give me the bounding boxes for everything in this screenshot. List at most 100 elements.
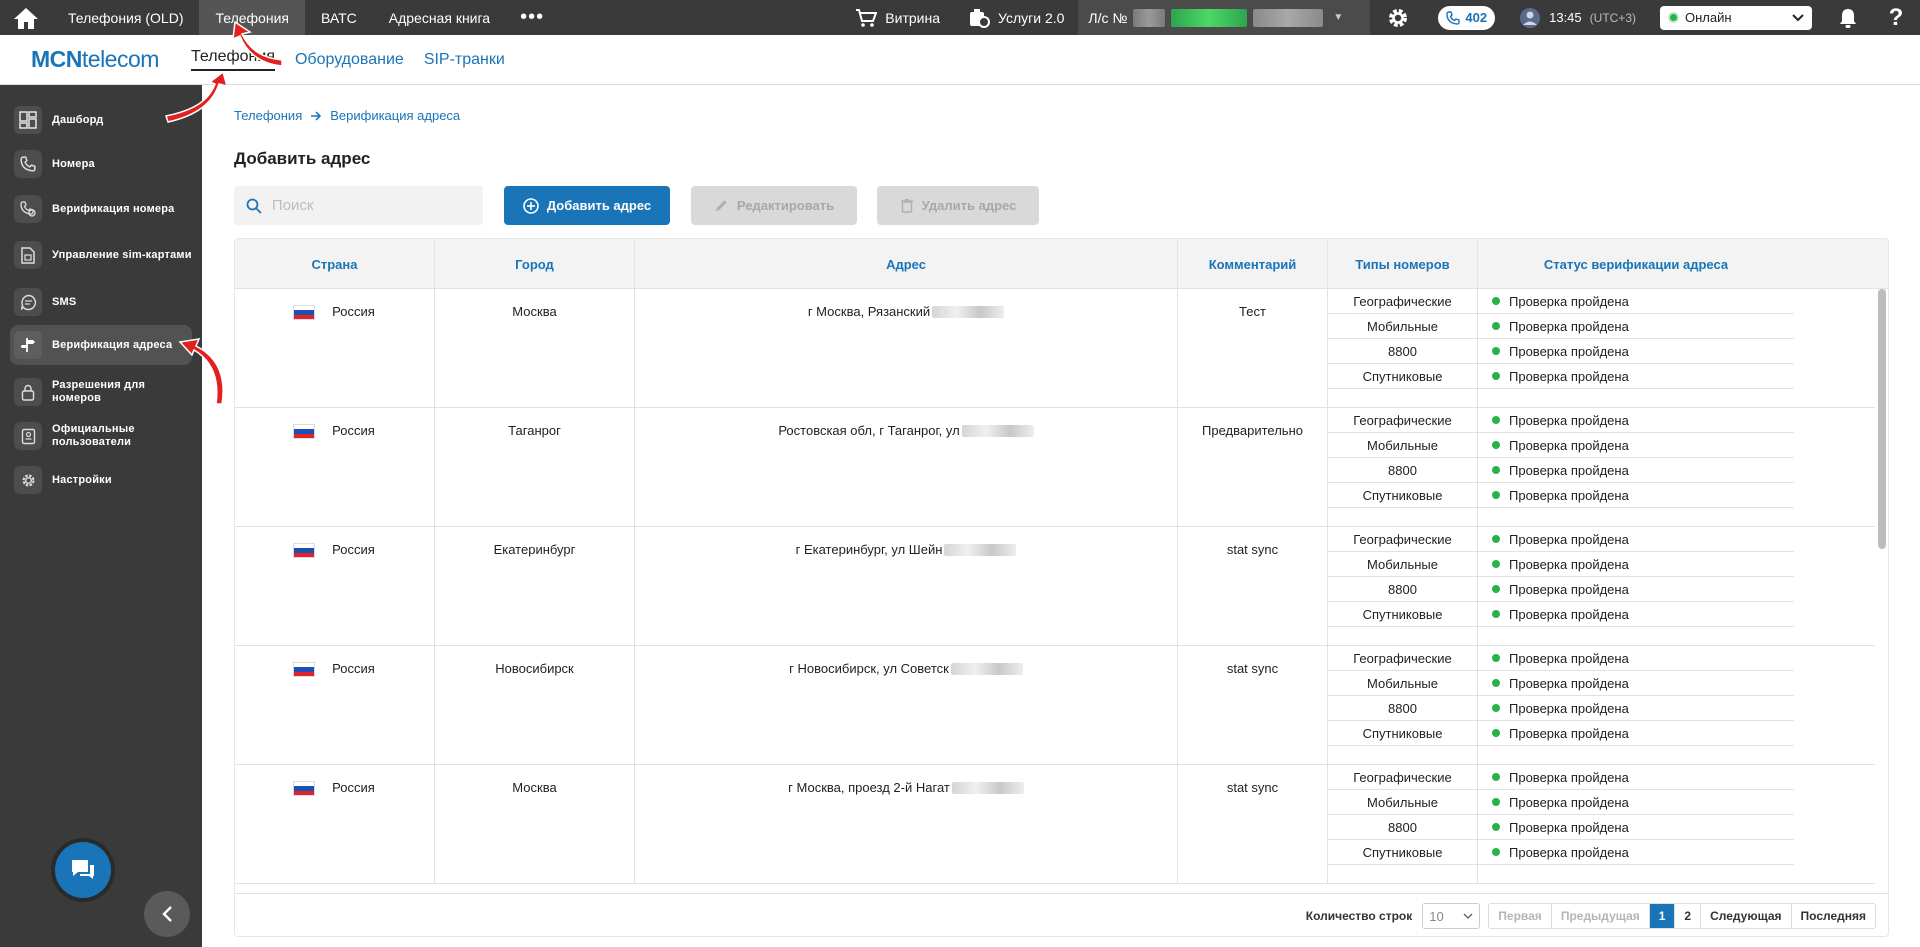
sidebar-item-sim-management[interactable]: Управление sim-картами bbox=[10, 234, 192, 276]
success-status-dot bbox=[1492, 654, 1500, 662]
edit-address-button[interactable]: Редактировать bbox=[691, 186, 857, 225]
number-type-cell: Географические bbox=[1328, 527, 1477, 552]
presence-status-select[interactable]: Онлайн bbox=[1660, 5, 1812, 30]
sidebar-item-label: Верификация адреса bbox=[52, 338, 173, 351]
search-field[interactable] bbox=[234, 186, 483, 225]
success-status-dot bbox=[1492, 848, 1500, 856]
collapse-sidebar-button[interactable] bbox=[144, 891, 190, 937]
number-types-cell: Географические Мобильные 8800 Спутниковые bbox=[1328, 765, 1478, 884]
clock: 13:45 (UTC+3) bbox=[1507, 7, 1648, 29]
section-header: MCNtelecom Телефония Оборудование SIP-тр… bbox=[0, 35, 1920, 85]
rows-per-page-select[interactable]: 10 bbox=[1422, 903, 1481, 929]
search-input[interactable] bbox=[271, 197, 471, 214]
table-row[interactable]: Россия Москва г Москва, проезд 2-й Нагат… bbox=[235, 765, 1875, 884]
calls-counter[interactable]: 402 bbox=[1438, 5, 1496, 30]
column-header-city[interactable]: Город bbox=[435, 239, 635, 289]
column-header-verification-status[interactable]: Статус верификации адреса bbox=[1478, 239, 1794, 289]
column-header-number-types[interactable]: Типы номеров bbox=[1328, 239, 1478, 289]
verification-status-cell: Проверка пройдена bbox=[1478, 721, 1794, 746]
column-header-country[interactable]: Страна bbox=[235, 239, 435, 289]
top-tab-telephony[interactable]: Телефония bbox=[199, 0, 305, 35]
page-title: Добавить адрес bbox=[234, 149, 371, 168]
success-status-dot bbox=[1492, 347, 1500, 355]
success-status-dot bbox=[1492, 535, 1500, 543]
top-tab-address-book[interactable]: Адресная книга bbox=[373, 0, 506, 35]
table-scrollbar[interactable] bbox=[1878, 289, 1886, 549]
sidebar-item-official-users[interactable]: Официальные пользователи bbox=[10, 415, 192, 457]
table-row[interactable]: Россия Екатеринбург г Екатеринбург, ул Ш… bbox=[235, 527, 1875, 646]
success-status-dot bbox=[1492, 729, 1500, 737]
number-type-cell: Мобильные bbox=[1328, 433, 1477, 458]
phone-check-icon bbox=[14, 195, 42, 223]
number-type-cell: 8800 bbox=[1328, 577, 1477, 602]
table-row[interactable]: Россия Москва г Москва, Рязанский Тест Г… bbox=[235, 289, 1875, 408]
address-text: Ростовская обл, г Таганрог, ул bbox=[778, 423, 960, 438]
sidebar-item-dashboard[interactable]: Дашборд bbox=[10, 103, 192, 137]
sidebar-item-settings[interactable]: Настройки bbox=[10, 463, 192, 497]
address-redacted bbox=[961, 425, 1034, 437]
top-navigation-bar: Телефония (OLD) Телефония ВАТС Адресная … bbox=[0, 0, 1920, 35]
sidebar-item-number-permissions[interactable]: Разрешения для номеров bbox=[10, 371, 192, 413]
notifications-button[interactable] bbox=[1824, 7, 1872, 29]
verification-status-text: Проверка пройдена bbox=[1509, 581, 1629, 597]
comment-cell: Предварительно bbox=[1178, 408, 1328, 527]
column-header-address[interactable]: Адрес bbox=[635, 239, 1178, 289]
pagination-first[interactable]: Первая bbox=[1489, 904, 1552, 928]
success-status-dot bbox=[1492, 466, 1500, 474]
help-button[interactable]: ? bbox=[1872, 4, 1920, 32]
chevron-down-icon bbox=[1463, 912, 1473, 919]
top-tab-vats[interactable]: ВАТС bbox=[305, 0, 373, 35]
sidebar-item-address-verification[interactable]: Верификация адреса bbox=[10, 325, 192, 365]
more-menu-button[interactable]: ••• bbox=[506, 0, 558, 35]
address-cell: г Москва, Рязанский bbox=[635, 289, 1178, 408]
cart-icon bbox=[856, 8, 878, 27]
table-footer: Количество строк 10 Первая Предыдущая 1 … bbox=[235, 893, 1888, 936]
breadcrumb-root-link[interactable]: Телефония bbox=[234, 108, 302, 123]
sidebar-item-label: Номера bbox=[52, 157, 95, 170]
russia-flag-icon bbox=[294, 306, 315, 319]
sidebar-item-numbers[interactable]: Номера bbox=[10, 147, 192, 181]
account-number-redacted bbox=[1133, 8, 1166, 27]
pagination-next[interactable]: Следующая bbox=[1701, 904, 1792, 928]
number-types-cell: Географические Мобильные 8800 Спутниковые bbox=[1328, 408, 1478, 527]
column-header-comment[interactable]: Комментарий bbox=[1178, 239, 1328, 289]
settings-button[interactable] bbox=[1370, 6, 1426, 30]
number-type-cell: Географические bbox=[1328, 646, 1477, 671]
section-tab-label: Телефония bbox=[191, 48, 275, 71]
verification-status-text: Проверка пройдена bbox=[1509, 368, 1629, 384]
showcase-link[interactable]: Витрина bbox=[841, 8, 954, 28]
table-header: Страна Город Адрес Комментарий Типы номе… bbox=[235, 239, 1888, 289]
sidebar-item-sms[interactable]: SMS bbox=[10, 285, 192, 319]
pagination-previous[interactable]: Предыдущая bbox=[1552, 904, 1650, 928]
section-tab-equipment[interactable]: Оборудование bbox=[285, 35, 414, 85]
table-row[interactable]: Россия Таганрог Ростовская обл, г Таганр… bbox=[235, 408, 1875, 527]
chevron-down-icon bbox=[1792, 13, 1804, 21]
mcn-telecom-logo[interactable]: MCNtelecom bbox=[31, 46, 181, 73]
home-button[interactable] bbox=[0, 0, 52, 35]
country-text: Россия bbox=[332, 780, 375, 795]
support-chat-button[interactable] bbox=[55, 842, 111, 898]
city-cell: Таганрог bbox=[435, 408, 635, 527]
verification-status-text: Проверка пройдена bbox=[1509, 318, 1629, 334]
arrow-right-icon bbox=[311, 110, 322, 121]
verification-status-text: Проверка пройдена bbox=[1509, 437, 1629, 453]
add-address-button[interactable]: Добавить адрес bbox=[504, 186, 670, 225]
gear-icon bbox=[14, 466, 42, 494]
delete-address-button[interactable]: Удалить адрес bbox=[877, 186, 1039, 225]
pagination-page-1[interactable]: 1 bbox=[1649, 904, 1676, 928]
account-selector[interactable]: Л/с № ▼ bbox=[1078, 0, 1371, 35]
section-tab-telephony[interactable]: Телефония bbox=[181, 35, 285, 85]
section-tab-sip-trunks[interactable]: SIP-транки bbox=[414, 35, 515, 85]
number-type-cell: Мобильные bbox=[1328, 314, 1477, 339]
services-link[interactable]: Услуги 2.0 bbox=[954, 8, 1078, 28]
pagination-last[interactable]: Последняя bbox=[1792, 904, 1875, 928]
pagination-page-2[interactable]: 2 bbox=[1675, 904, 1702, 928]
comment-cell: Тест bbox=[1178, 289, 1328, 408]
verification-status-cell: Проверка пройдена bbox=[1478, 289, 1794, 314]
table-row[interactable]: Россия Новосибирск г Новосибирск, ул Сов… bbox=[235, 646, 1875, 765]
top-tab-telephony-old[interactable]: Телефония (OLD) bbox=[52, 0, 199, 35]
table-body: Россия Москва г Москва, Рязанский Тест Г… bbox=[235, 289, 1875, 893]
address-cell: г Новосибирск, ул Советск bbox=[635, 646, 1178, 765]
breadcrumb-current: Верификация адреса bbox=[330, 108, 461, 123]
sidebar-item-number-verification[interactable]: Верификация номера bbox=[10, 192, 192, 226]
